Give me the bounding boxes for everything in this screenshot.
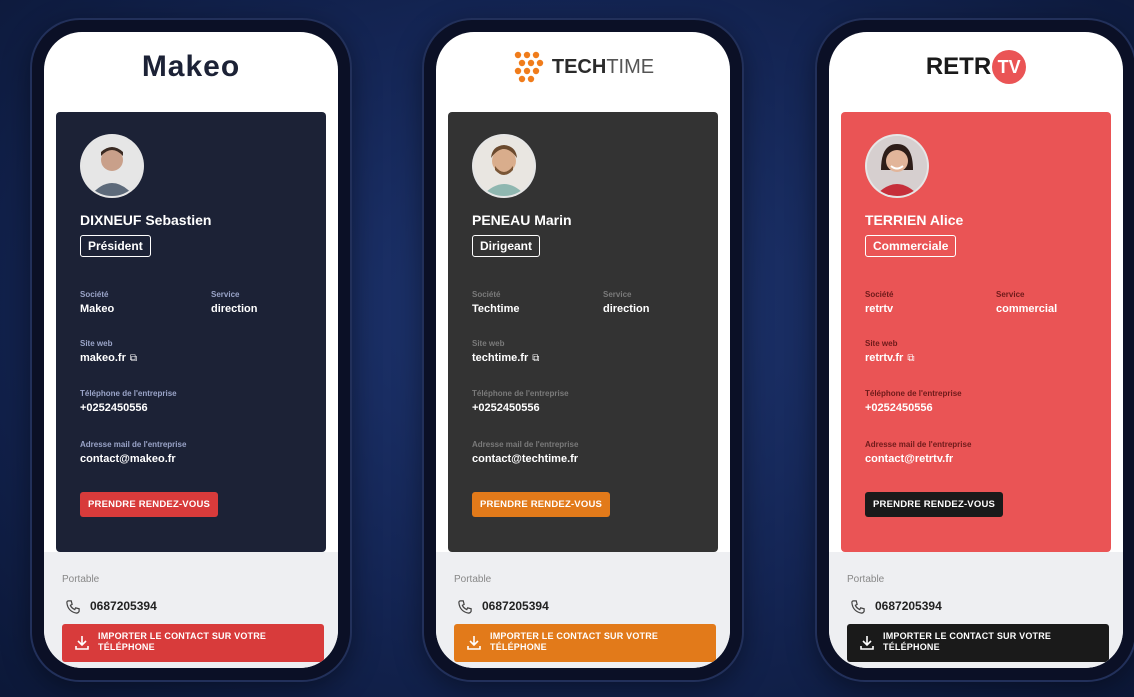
portable-label: Portable [62, 574, 100, 585]
mail-value[interactable]: contact@makeo.fr [80, 453, 176, 465]
contact-card: DIXNEUF Sebastien Président Société Make… [56, 112, 326, 552]
societe-label: Société [472, 290, 501, 299]
retrtv-logo-badge: TV [992, 50, 1027, 84]
techtime-logo-light: TIME [606, 55, 655, 78]
site-link[interactable]: retrtv.fr ⧉ [865, 352, 914, 364]
mail-label: Adresse mail de l'entreprise [865, 440, 972, 449]
mail-label: Adresse mail de l'entreprise [80, 440, 187, 449]
site-link-text[interactable]: retrtv.fr [865, 352, 903, 364]
external-link-icon: ⧉ [129, 353, 137, 364]
site-label: Site web [80, 339, 113, 348]
societe-value: Techtime [472, 303, 520, 315]
portable-number[interactable]: 0687205394 [482, 599, 549, 613]
site-link[interactable]: techtime.fr ⧉ [472, 352, 539, 364]
site-label: Site web [472, 339, 505, 348]
avatar [865, 134, 929, 198]
avatar [80, 134, 144, 198]
site-link-text[interactable]: makeo.fr [80, 352, 126, 364]
phone-icon [851, 600, 865, 614]
phone-mockup-makeo: Makeo DIXNEUF Sebastien Président Sociét… [32, 20, 350, 680]
techtime-logo-bold: TECH [551, 55, 607, 78]
service-value: direction [211, 303, 258, 315]
avatar [472, 134, 536, 198]
bottom-panel: Portable 0687205394 IMPORTER LE CONTACT … [44, 552, 338, 668]
bottom-panel: Portable 0687205394 IMPORTER LE CONTACT … [436, 552, 730, 668]
book-appointment-button[interactable]: PRENDRE RENDEZ-VOUS [472, 492, 611, 517]
techtime-logo-mark [514, 51, 544, 83]
mail-value[interactable]: contact@techtime.fr [472, 453, 578, 465]
phone-mockup-techtime: TECH TIME PENEAU Marin Dirigeant Société … [424, 20, 742, 680]
portable-label: Portable [454, 574, 492, 585]
download-icon [467, 636, 481, 650]
import-contact-label: IMPORTER LE CONTACT SUR VOTRE TÉLÉPHONE [883, 631, 1052, 652]
contact-card: TERRIEN Alice Commerciale Société retrtv… [841, 112, 1111, 552]
import-contact-button[interactable]: IMPORTER LE CONTACT SUR VOTRE TÉLÉPHONE [847, 624, 1109, 662]
import-contact-label: IMPORTER LE CONTACT SUR VOTRE TÉLÉPHONE [98, 631, 267, 652]
service-label: Service [603, 290, 632, 299]
site-link-text[interactable]: techtime.fr [472, 352, 528, 364]
import-contact-label: IMPORTER LE CONTACT SUR VOTRE TÉLÉPHONE [490, 631, 659, 652]
retrtv-logo-text: RETR [925, 53, 992, 80]
phone-mockup-retrtv: RETR TV TERRIEN Alice Commerciale Sociét… [817, 20, 1134, 680]
book-appointment-button[interactable]: PRENDRE RENDEZ-VOUS [865, 492, 1004, 517]
phone-screen: RETR TV TERRIEN Alice Commerciale Sociét… [829, 32, 1123, 668]
mail-label: Adresse mail de l'entreprise [472, 440, 579, 449]
makeo-logo: Makeo [44, 32, 338, 102]
service-label: Service [996, 290, 1025, 299]
makeo-logo-text: Makeo [141, 50, 241, 83]
contact-name: PENEAU Marin [472, 212, 572, 228]
book-appointment-button[interactable]: PRENDRE RENDEZ-VOUS [80, 492, 219, 517]
tel-label: Téléphone de l'entreprise [472, 389, 569, 398]
download-icon [75, 636, 89, 650]
tel-value: +0252450556 [80, 402, 148, 414]
societe-value: retrtv [865, 303, 894, 315]
societe-value: Makeo [80, 303, 115, 315]
tel-value: +0252450556 [865, 402, 933, 414]
site-link[interactable]: makeo.fr ⧉ [80, 352, 137, 364]
societe-label: Société [865, 290, 894, 299]
tel-value: +0252450556 [472, 402, 540, 414]
service-value: direction [603, 303, 650, 315]
service-label: Service [211, 290, 240, 299]
phone-screen: Makeo DIXNEUF Sebastien Président Sociét… [44, 32, 338, 668]
role-badge: Président [80, 235, 151, 257]
phone-screen: TECH TIME PENEAU Marin Dirigeant Société … [436, 32, 730, 668]
role-badge: Commerciale [865, 235, 957, 257]
phone-icon [66, 600, 80, 614]
techtime-logo: TECH TIME [436, 32, 730, 102]
retrtv-logo: RETR TV [829, 32, 1123, 102]
role-badge: Dirigeant [472, 235, 541, 257]
portable-number[interactable]: 0687205394 [875, 599, 942, 613]
download-icon [860, 636, 874, 650]
phone-icon [458, 600, 472, 614]
import-contact-button[interactable]: IMPORTER LE CONTACT SUR VOTRE TÉLÉPHONE [454, 624, 716, 662]
portable-label: Portable [847, 574, 885, 585]
tel-label: Téléphone de l'entreprise [865, 389, 962, 398]
bottom-panel: Portable 0687205394 IMPORTER LE CONTACT … [829, 552, 1123, 668]
import-contact-button[interactable]: IMPORTER LE CONTACT SUR VOTRE TÉLÉPHONE [62, 624, 324, 662]
contact-name: DIXNEUF Sebastien [80, 212, 212, 228]
societe-label: Société [80, 290, 109, 299]
tel-label: Téléphone de l'entreprise [80, 389, 177, 398]
avatar-photo [867, 136, 927, 196]
external-link-icon: ⧉ [907, 353, 915, 364]
service-value: commercial [996, 303, 1058, 315]
external-link-icon: ⧉ [532, 353, 540, 364]
contact-card: PENEAU Marin Dirigeant Société Techtime … [448, 112, 718, 552]
portable-number[interactable]: 0687205394 [90, 599, 157, 613]
site-label: Site web [865, 339, 898, 348]
contact-name: TERRIEN Alice [865, 212, 964, 228]
avatar-photo [474, 136, 534, 196]
mail-value[interactable]: contact@retrtv.fr [865, 453, 953, 465]
avatar-photo [82, 136, 142, 196]
